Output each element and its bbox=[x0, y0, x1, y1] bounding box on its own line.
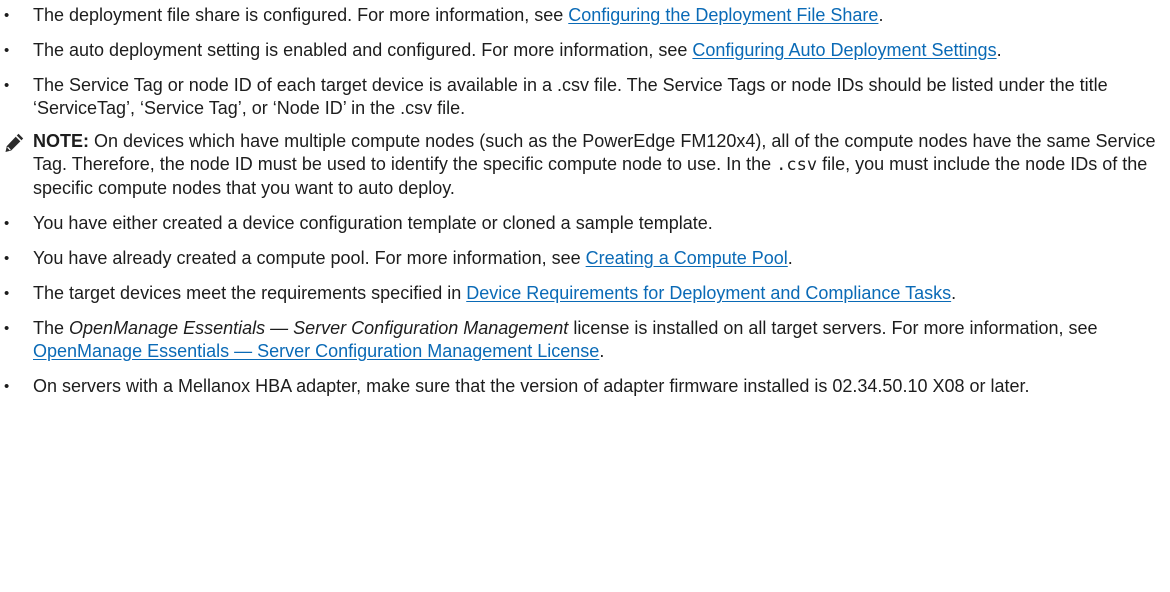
bullet: • bbox=[4, 250, 10, 267]
item-text: The auto deployment setting is enabled a… bbox=[33, 40, 693, 60]
item-text: The deployment file share is configured.… bbox=[33, 5, 569, 25]
bullet: • bbox=[4, 215, 10, 232]
link-configuring-auto-deployment-settings[interactable]: Configuring Auto Deployment Settings bbox=[692, 40, 996, 60]
bullet: • bbox=[4, 7, 10, 24]
bullet: • bbox=[4, 378, 10, 395]
item-text: On servers with a Mellanox HBA adapter, … bbox=[33, 376, 1030, 396]
item-text-end: . bbox=[951, 283, 957, 303]
link-configuring-deployment-file-share[interactable]: Configuring the Deployment File Share bbox=[568, 5, 878, 25]
prerequisites-list: • The deployment file share is configure… bbox=[0, 4, 1160, 410]
link-scm-license[interactable]: OpenManage Essentials — Server Configura… bbox=[33, 341, 599, 361]
note-code: .csv bbox=[776, 155, 818, 175]
item-text-end: . bbox=[996, 40, 1002, 60]
list-item: • The deployment file share is configure… bbox=[0, 4, 1160, 27]
list-item: • The target devices meet the requiremen… bbox=[0, 282, 1160, 305]
bullet: • bbox=[4, 285, 10, 302]
link-creating-compute-pool[interactable]: Creating a Compute Pool bbox=[586, 248, 788, 268]
bullet: • bbox=[4, 320, 10, 337]
list-item: • On servers with a Mellanox HBA adapter… bbox=[0, 375, 1160, 398]
list-item: • The OpenManage Essentials — Server Con… bbox=[0, 317, 1160, 363]
bullet: • bbox=[4, 42, 10, 59]
list-item: • You have already created a compute poo… bbox=[0, 247, 1160, 270]
item-text-middle: license is installed on all target serve… bbox=[568, 318, 1098, 338]
item-text: You have either created a device configu… bbox=[33, 213, 713, 233]
item-text: You have already created a compute pool.… bbox=[33, 248, 586, 268]
item-text: The target devices meet the requirements… bbox=[33, 283, 467, 303]
bullet: • bbox=[4, 77, 10, 94]
list-item: • The auto deployment setting is enabled… bbox=[0, 39, 1160, 62]
item-text-end: . bbox=[878, 5, 884, 25]
pencil-icon bbox=[3, 132, 25, 154]
note-label: NOTE: bbox=[33, 131, 89, 151]
item-text: The Service Tag or node ID of each targe… bbox=[33, 75, 1108, 118]
item-text-end: . bbox=[599, 341, 605, 361]
list-item: • You have either created a device confi… bbox=[0, 212, 1160, 235]
license-name: OpenManage Essentials — Server Configura… bbox=[69, 318, 569, 338]
list-item: • The Service Tag or node ID of each tar… bbox=[0, 74, 1160, 120]
item-text-end: . bbox=[787, 248, 793, 268]
note-block: NOTE: On devices which have multiple com… bbox=[0, 130, 1160, 200]
item-text: The bbox=[33, 318, 70, 338]
link-device-requirements[interactable]: Device Requirements for Deployment and C… bbox=[466, 283, 951, 303]
